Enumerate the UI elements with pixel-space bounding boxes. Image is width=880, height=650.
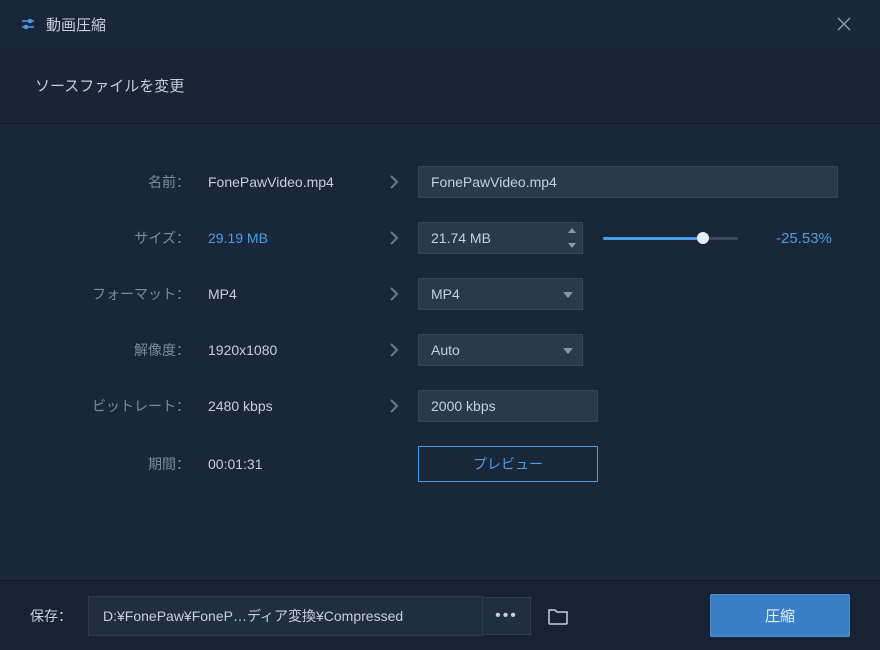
resolution-select-value[interactable]: Auto	[418, 334, 583, 366]
target-size-input[interactable]	[418, 222, 583, 254]
window-title: 動画圧縮	[46, 14, 828, 35]
label-format: フォーマット：	[30, 284, 190, 304]
label-duration: 期間：	[30, 454, 190, 474]
size-decrement-button[interactable]	[562, 238, 582, 253]
subheader-text: ソースファイルを変更	[35, 75, 184, 96]
row-resolution: 解像度： 1920x1080 Auto	[30, 334, 850, 366]
compress-button[interactable]: 圧縮	[710, 594, 850, 637]
row-name: 名前： FonePawVideo.mp4	[30, 166, 850, 198]
save-path-menu-button[interactable]: •••	[483, 597, 531, 635]
source-bitrate: 2480 kbps	[190, 398, 370, 414]
size-increment-button[interactable]	[562, 223, 582, 238]
row-size: サイズ： 29.19 MB	[30, 222, 850, 254]
source-name: FonePawVideo.mp4	[190, 174, 370, 190]
arrow-icon	[370, 287, 418, 301]
source-format: MP4	[190, 286, 370, 302]
save-path-box[interactable]: D:¥FonePaw¥FoneP…ディア変換¥Compressed	[88, 596, 483, 636]
slider-thumb[interactable]	[697, 232, 709, 244]
source-size: 29.19 MB	[190, 230, 370, 246]
preview-button[interactable]: プレビュー	[418, 446, 598, 482]
format-select[interactable]: MP4	[418, 278, 583, 310]
close-button[interactable]	[828, 8, 860, 40]
target-name-input[interactable]	[418, 166, 838, 198]
footer: 保存： D:¥FonePaw¥FoneP…ディア変換¥Compressed ••…	[0, 580, 880, 650]
save-label: 保存：	[30, 606, 72, 626]
content-area: 名前： FonePawVideo.mp4 サイズ： 29.19 MB	[0, 124, 880, 526]
label-name: 名前：	[30, 172, 190, 192]
arrow-icon	[370, 175, 418, 189]
target-bitrate-input[interactable]	[418, 390, 598, 422]
size-slider[interactable]	[603, 237, 738, 240]
row-bitrate: ビットレート： 2480 kbps	[30, 390, 850, 422]
titlebar: 動画圧縮	[0, 0, 880, 48]
arrow-icon	[370, 399, 418, 413]
subheader: ソースファイルを変更	[0, 48, 880, 124]
arrow-icon	[370, 343, 418, 357]
format-select-value[interactable]: MP4	[418, 278, 583, 310]
target-size-spinner[interactable]	[418, 222, 583, 254]
label-resolution: 解像度：	[30, 340, 190, 360]
size-reduction-percent: -25.53%	[776, 230, 832, 247]
row-format: フォーマット： MP4 MP4	[30, 278, 850, 310]
arrow-icon	[370, 231, 418, 245]
source-duration: 00:01:31	[190, 456, 370, 472]
label-bitrate: ビットレート：	[30, 396, 190, 416]
open-folder-button[interactable]	[547, 607, 569, 625]
label-size: サイズ：	[30, 228, 190, 248]
row-duration: 期間： 00:01:31 プレビュー	[30, 446, 850, 482]
compress-icon	[20, 16, 36, 32]
resolution-select[interactable]: Auto	[418, 334, 583, 366]
source-resolution: 1920x1080	[190, 342, 370, 358]
